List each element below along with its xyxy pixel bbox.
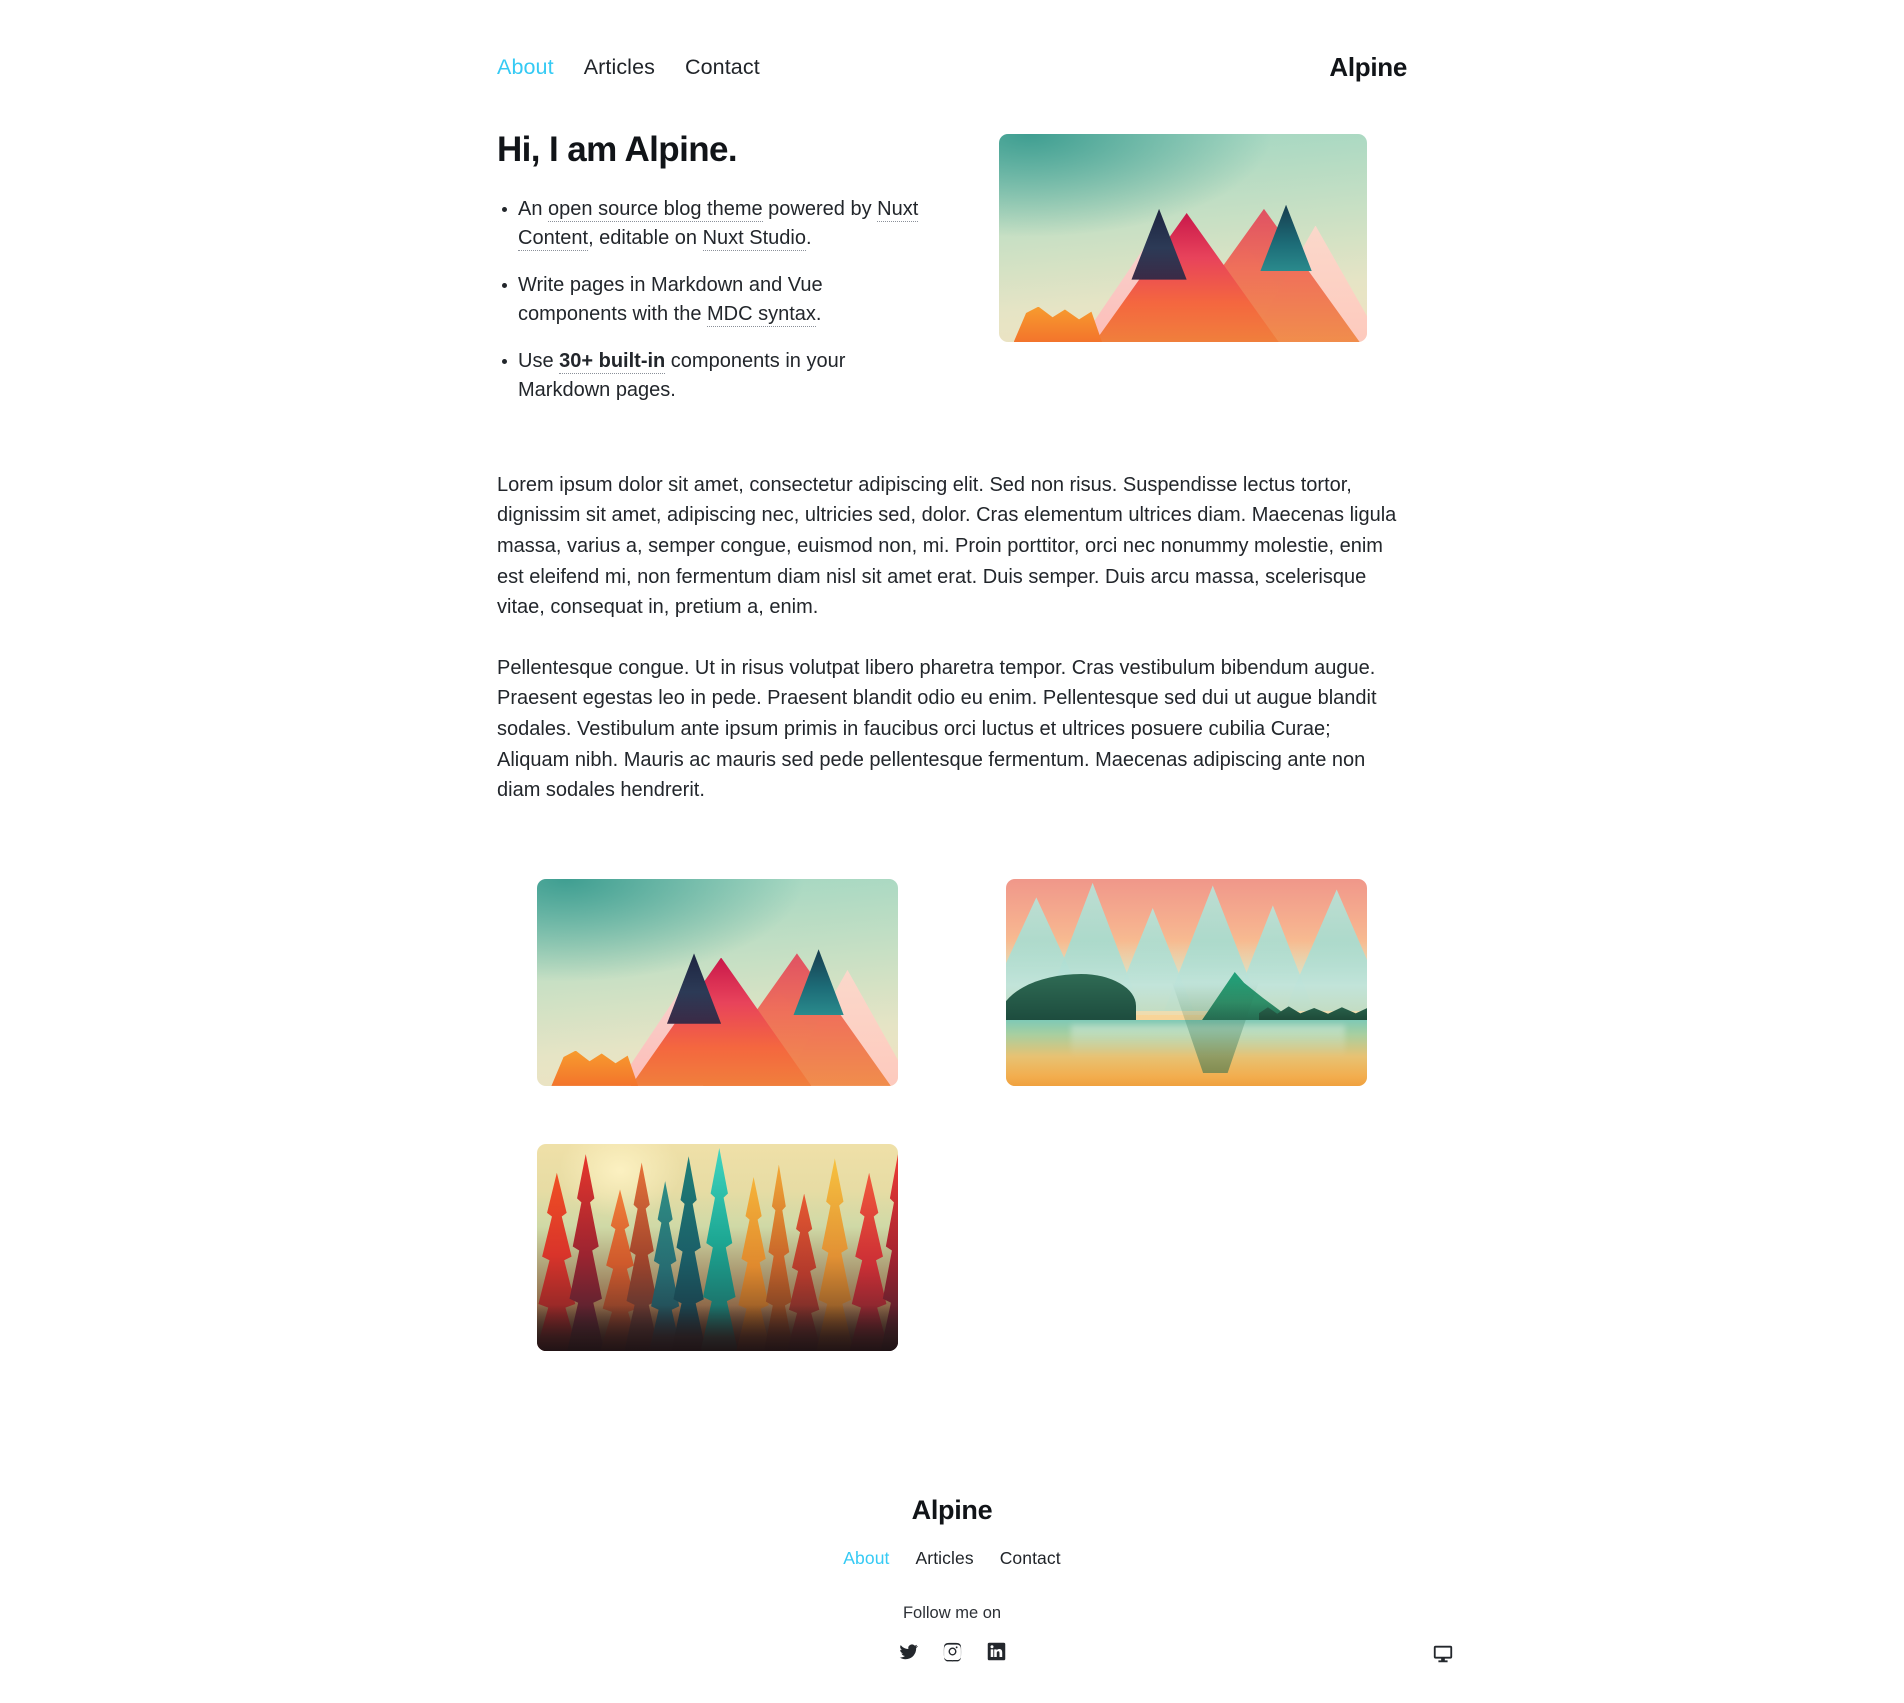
feature-text: , editable on — [588, 226, 703, 249]
feature-list-item: An open source blog theme powered by Nux… — [502, 195, 927, 253]
hero-text-column: Hi, I am Alpine. An open source blog the… — [497, 130, 927, 405]
gallery-mountains[interactable] — [537, 878, 898, 1086]
main-navigation: About Articles Contact — [497, 55, 760, 81]
instagram-icon[interactable] — [941, 1641, 963, 1663]
footer-nav-item-contact[interactable]: Contact — [1000, 1548, 1061, 1569]
footer-logo[interactable]: Alpine — [497, 1495, 1407, 1526]
monitor-icon[interactable] — [1430, 1641, 1456, 1667]
hero-mountains-illustration — [999, 134, 1367, 342]
hero-section: Hi, I am Alpine. An open source blog the… — [497, 130, 1407, 405]
feature-list-item: Write pages in Markdown and Vue componen… — [502, 271, 927, 329]
link-30-plus-built-in[interactable]: 30+ built-in — [559, 349, 666, 374]
site-footer: Alpine About Articles Contact Follow me … — [497, 1495, 1407, 1703]
footer-navigation: About Articles Contact — [497, 1548, 1407, 1569]
feature-text: . — [815, 302, 822, 325]
page-root: About Articles Contact Alpine Hi, I am A… — [0, 0, 1904, 1703]
follow-label: Follow me on — [902, 1603, 1002, 1622]
twitter-icon[interactable] — [897, 1641, 919, 1663]
mountain-foothills — [551, 1050, 639, 1086]
paragraph: Lorem ipsum dolor sit amet, consectetur … — [497, 473, 1397, 619]
social-links — [497, 1641, 1407, 1663]
gallery-lake[interactable] — [1006, 878, 1367, 1086]
gallery-forest[interactable] — [537, 1143, 898, 1351]
linkedin-icon[interactable] — [985, 1641, 1007, 1663]
feature-text: Use — [518, 349, 560, 372]
link-open-source-blog-theme[interactable]: open source blog theme — [548, 197, 763, 222]
link-mdc-syntax[interactable]: MDC syntax — [707, 302, 816, 327]
footer-nav-item-about[interactable]: About — [843, 1548, 889, 1569]
article-body: Lorem ipsum dolor sit amet, consectetur … — [497, 470, 1407, 806]
link-nuxt-studio[interactable]: Nuxt Studio — [702, 226, 806, 251]
nav-item-contact[interactable]: Contact — [685, 55, 760, 81]
site-logo[interactable]: Alpine — [1329, 52, 1407, 83]
content-container: About Articles Contact Alpine Hi, I am A… — [497, 0, 1407, 1703]
feature-text: powered by — [762, 197, 878, 220]
feature-text: An — [518, 197, 549, 220]
mountain-foothills — [1013, 306, 1103, 342]
nav-item-articles[interactable]: Articles — [584, 55, 655, 81]
footer-nav-item-articles[interactable]: Articles — [916, 1548, 974, 1569]
feature-text: . — [805, 226, 812, 249]
feature-list-item: Use 30+ built-in components in your Mark… — [502, 347, 927, 405]
feature-list: An open source blog theme powered by Nux… — [497, 195, 927, 405]
nav-item-about[interactable]: About — [497, 55, 554, 81]
paragraph: Pellentesque congue. Ut in risus volutpa… — [497, 656, 1377, 802]
page-title: Hi, I am Alpine. — [497, 130, 738, 169]
lake-water — [1006, 1019, 1367, 1086]
site-header: About Articles Contact Alpine — [497, 0, 1407, 83]
forest-floor-shadow — [537, 1305, 898, 1351]
image-gallery — [497, 863, 1407, 1367]
